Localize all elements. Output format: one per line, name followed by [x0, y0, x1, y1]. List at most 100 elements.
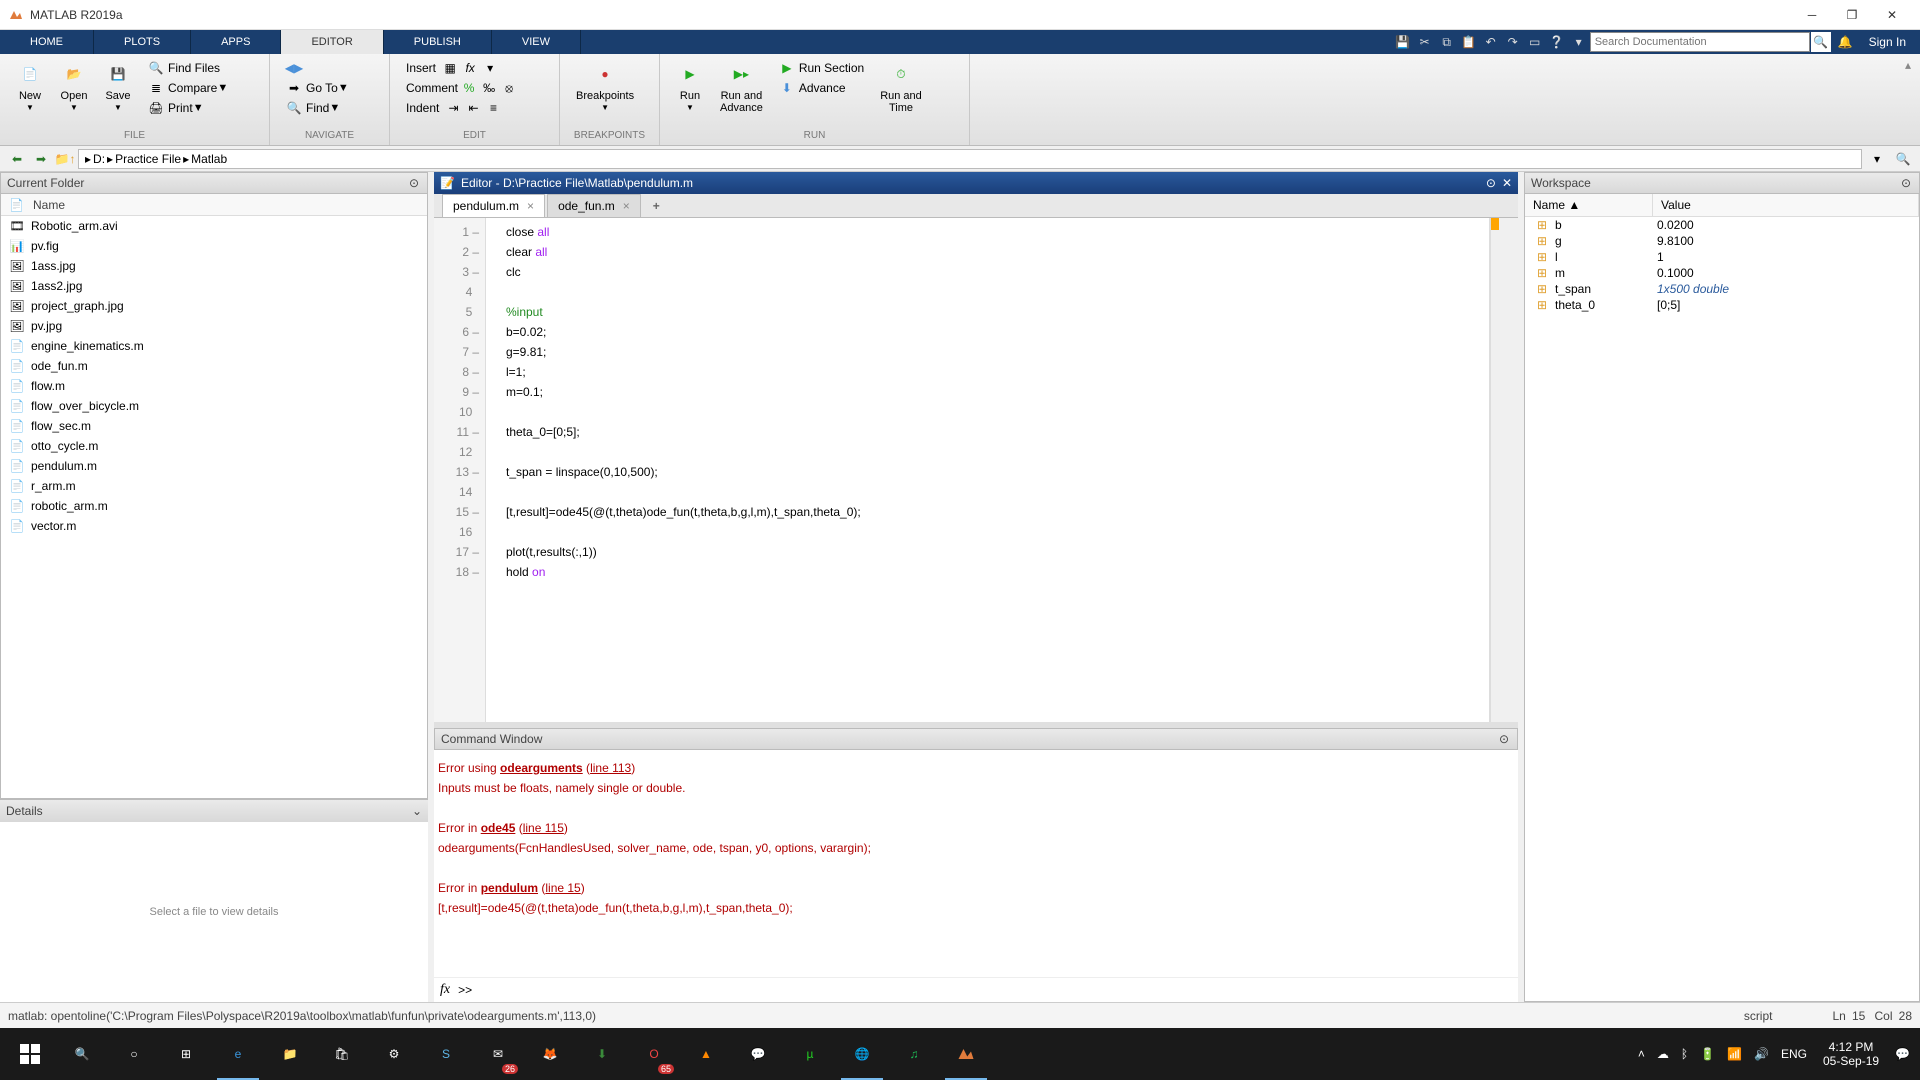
indent-button[interactable]: Indent ⇥⇤≡ [402, 98, 547, 118]
utorrent-icon[interactable]: µ [784, 1028, 836, 1080]
idm-icon[interactable]: ⬇ [576, 1028, 628, 1080]
undo-icon[interactable]: ↶ [1481, 32, 1501, 52]
file-item[interactable]: 🎞Robotic_arm.avi [1, 216, 427, 236]
editor-tab-pendulum[interactable]: pendulum.m× [442, 194, 545, 217]
chrome-icon[interactable]: 🌐 [836, 1028, 888, 1080]
command-prompt[interactable]: fx >> [434, 977, 1518, 1002]
path-dropdown-icon[interactable]: ▾ [1866, 148, 1888, 170]
code-editor[interactable]: 1 – 2 – 3 – 4 5 6 – 7 – 8 – 9 –10 11 –12… [434, 218, 1518, 722]
wifi-icon[interactable]: 📶 [1727, 1047, 1742, 1061]
copy-icon[interactable]: ⧉ [1437, 32, 1457, 52]
matlab-taskbar-icon[interactable] [940, 1028, 992, 1080]
file-item[interactable]: 🖼1ass2.jpg [1, 276, 427, 296]
signin-link[interactable]: Sign In [1859, 35, 1916, 49]
language-indicator[interactable]: ENG [1781, 1047, 1807, 1061]
explorer-icon[interactable]: 📁 [264, 1028, 316, 1080]
store-icon[interactable]: 🛍 [316, 1028, 368, 1080]
help-dropdown-icon[interactable]: ▾ [1569, 32, 1589, 52]
tab-editor[interactable]: EDITOR [281, 30, 383, 54]
command-window-output[interactable]: Error using odearguments (line 113) Inpu… [434, 750, 1518, 977]
workspace-header[interactable]: Name ▲ Value [1525, 194, 1919, 217]
close-tab-icon[interactable]: × [527, 199, 534, 213]
spotify-icon[interactable]: ♫ [888, 1028, 940, 1080]
edge-icon[interactable]: e [212, 1028, 264, 1080]
file-item[interactable]: 📄flow_over_bicycle.m [1, 396, 427, 416]
tab-home[interactable]: HOME [0, 30, 94, 54]
help-icon[interactable]: ❔ [1547, 32, 1567, 52]
file-item[interactable]: 📄pendulum.m [1, 456, 427, 476]
workspace-variable[interactable]: ⊞g9.8100 [1525, 233, 1919, 249]
paste-icon[interactable]: 📋 [1459, 32, 1479, 52]
file-item[interactable]: 📄ode_fun.m [1, 356, 427, 376]
workspace-variable[interactable]: ⊞m0.1000 [1525, 265, 1919, 281]
open-button[interactable]: 📂Open▼ [56, 58, 92, 116]
insert-button[interactable]: Insert ▦fx▾ [402, 58, 547, 78]
findfiles-button[interactable]: 🔍Find Files [144, 58, 232, 78]
breakpoints-button[interactable]: ●Breakpoints▼ [572, 58, 638, 116]
file-item[interactable]: 📄engine_kinematics.m [1, 336, 427, 356]
compare-button[interactable]: ≣Compare ▼ [144, 78, 232, 98]
tab-view[interactable]: VIEW [492, 30, 581, 54]
firefox-icon[interactable]: 🦊 [524, 1028, 576, 1080]
notifications-icon[interactable]: 💬 [1895, 1047, 1910, 1061]
cut-icon[interactable]: ✂ [1415, 32, 1435, 52]
editor-tab-odefun[interactable]: ode_fun.m× [547, 194, 641, 217]
workspace-variable[interactable]: ⊞b0.0200 [1525, 217, 1919, 233]
volume-icon[interactable]: 🔊 [1754, 1047, 1769, 1061]
switch-windows-icon[interactable]: ▭ [1525, 32, 1545, 52]
back-icon[interactable]: ⬅ [6, 148, 28, 170]
new-button[interactable]: 📄New▼ [12, 58, 48, 116]
file-item[interactable]: 🖼1ass.jpg [1, 256, 427, 276]
path-search-icon[interactable]: 🔍 [1892, 148, 1914, 170]
workspace-variable[interactable]: ⊞theta_0[0;5] [1525, 297, 1919, 313]
pane-actions-icon[interactable]: ⊙ [407, 176, 421, 190]
maximize-button[interactable]: ❐ [1832, 1, 1872, 29]
bluetooth-icon[interactable]: ᛒ [1681, 1047, 1688, 1061]
taskview-icon[interactable]: ⊞ [160, 1028, 212, 1080]
workspace-variable[interactable]: ⊞l1 [1525, 249, 1919, 265]
run-time-button[interactable]: ⏱Run and Time [876, 58, 926, 116]
opera-icon[interactable]: O65 [628, 1028, 680, 1080]
path-input[interactable]: ▸ D:▸ Practice File▸ Matlab [78, 149, 1862, 169]
search-input[interactable] [1590, 32, 1810, 52]
advance-button[interactable]: ⬇Advance [775, 78, 868, 98]
file-item[interactable]: 🖼project_graph.jpg [1, 296, 427, 316]
skype-icon[interactable]: S [420, 1028, 472, 1080]
file-item[interactable]: 📄otto_cycle.m [1, 436, 427, 456]
whatsapp-icon[interactable]: 💬 [732, 1028, 784, 1080]
goto-button[interactable]: ➡Go To ▼ [282, 78, 353, 98]
add-tab-button[interactable]: + [643, 195, 670, 217]
comment-button[interactable]: Comment %‰⦻ [402, 78, 547, 98]
onedrive-icon[interactable]: ☁ [1657, 1047, 1669, 1061]
mail-icon[interactable]: ✉26 [472, 1028, 524, 1080]
code-minimap[interactable] [1490, 218, 1518, 722]
forward-icon[interactable]: ➡ [30, 148, 52, 170]
redo-icon[interactable]: ↷ [1503, 32, 1523, 52]
tab-plots[interactable]: PLOTS [94, 30, 191, 54]
file-item[interactable]: 📊pv.fig [1, 236, 427, 256]
settings-icon[interactable]: ⚙ [368, 1028, 420, 1080]
cmdwin-actions-icon[interactable]: ⊙ [1497, 732, 1511, 746]
tab-publish[interactable]: PUBLISH [384, 30, 492, 54]
cortana-icon[interactable]: ○ [108, 1028, 160, 1080]
tray-up-icon[interactable]: ˄ [1638, 1047, 1645, 1061]
details-collapse-icon[interactable]: ⌄ [412, 804, 422, 818]
file-item[interactable]: 📄vector.m [1, 516, 427, 536]
vlc-icon[interactable]: ▲ [680, 1028, 732, 1080]
up-icon[interactable]: 📁↑ [54, 148, 76, 170]
search-icon[interactable]: 🔍 [1811, 32, 1831, 52]
workspace-actions-icon[interactable]: ⊙ [1899, 176, 1913, 190]
run-button[interactable]: ▶Run▼ [672, 58, 708, 116]
file-item[interactable]: 📄robotic_arm.m [1, 496, 427, 516]
file-item[interactable]: 📄r_arm.m [1, 476, 427, 496]
start-button[interactable] [4, 1028, 56, 1080]
battery-icon[interactable]: 🔋 [1700, 1047, 1715, 1061]
minimize-button[interactable]: ─ [1792, 1, 1832, 29]
close-button[interactable]: ✕ [1872, 1, 1912, 29]
workspace-variable[interactable]: ⊞t_span1x500 double [1525, 281, 1919, 297]
bookmark-button[interactable]: ◀▶ [282, 58, 353, 78]
collapse-ribbon-icon[interactable]: ▴ [1905, 58, 1911, 72]
find-button[interactable]: 🔍Find ▼ [282, 98, 353, 118]
folder-columns-header[interactable]: 📄 Name [1, 194, 427, 216]
file-item[interactable]: 📄flow_sec.m [1, 416, 427, 436]
